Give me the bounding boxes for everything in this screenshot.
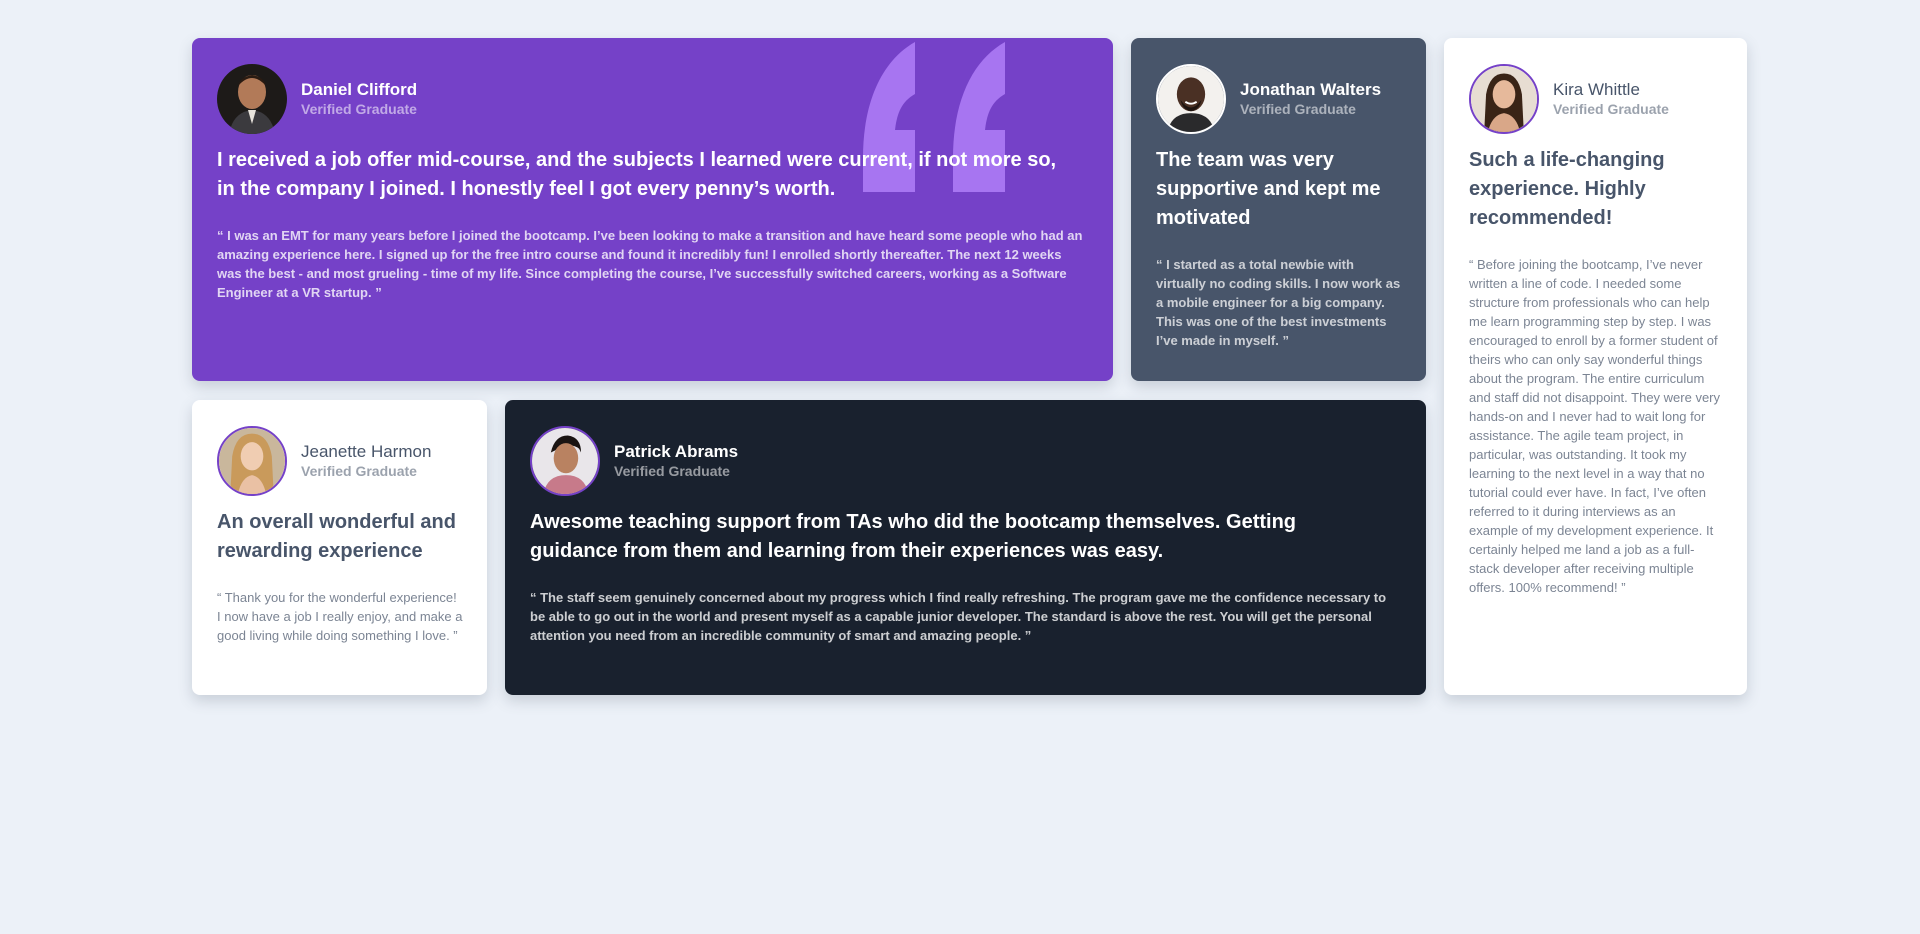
testimonial-card-patrick-abrams: Patrick Abrams Verified Graduate Awesome… <box>505 400 1426 695</box>
author-info: Kira Whittle Verified Graduate <box>1553 80 1669 118</box>
avatar <box>217 64 287 134</box>
testimonial-card-jonathan-walters: Jonathan Walters Verified Graduate The t… <box>1131 38 1426 381</box>
author-role: Verified Graduate <box>614 463 730 479</box>
avatar <box>217 426 287 496</box>
avatar <box>530 426 600 496</box>
testimonial-body: “ I was an EMT for many years before I j… <box>217 228 1083 300</box>
author-name: Jonathan Walters <box>1240 80 1382 99</box>
card-header: Patrick Abrams Verified Graduate <box>530 426 1402 496</box>
testimonial-body: “ I started as a total newbie with virtu… <box>1156 257 1401 348</box>
testimonial-headline: I received a job offer mid-course, and t… <box>217 149 1057 200</box>
author-role: Verified Graduate <box>301 101 417 117</box>
testimonial-headline: Awesome teaching support from TAs who di… <box>530 511 1297 562</box>
author-info: Jeanette Harmon Verified Graduate <box>301 442 431 480</box>
card-header: Daniel Clifford Verified Graduate <box>217 64 1089 134</box>
card-header: Jonathan Walters Verified Graduate <box>1156 64 1402 134</box>
testimonial-body: “ Before joining the bootcamp, I’ve neve… <box>1469 257 1721 595</box>
author-name: Kira Whittle <box>1553 80 1640 99</box>
author-info: Patrick Abrams Verified Graduate <box>614 442 738 480</box>
author-name: Patrick Abrams <box>614 442 739 461</box>
testimonial-body: “ The staff seem genuinely concerned abo… <box>530 590 1387 643</box>
testimonial-card-kira-whittle: Kira Whittle Verified Graduate Such a li… <box>1444 38 1747 695</box>
testimonials-grid: Daniel Clifford Verified Graduate I rece… <box>192 38 1747 695</box>
author-role: Verified Graduate <box>1240 101 1356 117</box>
testimonial-headline: An overall wonderful and rewarding exper… <box>217 511 456 562</box>
testimonials-page: { "testimonials": [ { "name": "Daniel Cl… <box>0 0 1920 934</box>
card-header: Kira Whittle Verified Graduate <box>1469 64 1723 134</box>
author-info: Jonathan Walters Verified Graduate <box>1240 80 1381 118</box>
author-name: Daniel Clifford <box>301 80 418 99</box>
avatar <box>1469 64 1539 134</box>
testimonial-headline: Such a life-changing experience. Highly … <box>1469 149 1665 229</box>
testimonial-card-daniel-clifford: Daniel Clifford Verified Graduate I rece… <box>192 38 1113 381</box>
author-info: Daniel Clifford Verified Graduate <box>301 80 417 118</box>
avatar <box>1156 64 1226 134</box>
card-header: Jeanette Harmon Verified Graduate <box>217 426 463 496</box>
author-role: Verified Graduate <box>301 463 417 479</box>
testimonial-body: “ Thank you for the wonderful experience… <box>217 590 463 643</box>
author-role: Verified Graduate <box>1553 101 1669 117</box>
testimonial-card-jeanette-harmon: Jeanette Harmon Verified Graduate An ove… <box>192 400 487 695</box>
author-name: Jeanette Harmon <box>301 442 432 461</box>
testimonial-headline: The team was very supportive and kept me… <box>1156 149 1381 229</box>
